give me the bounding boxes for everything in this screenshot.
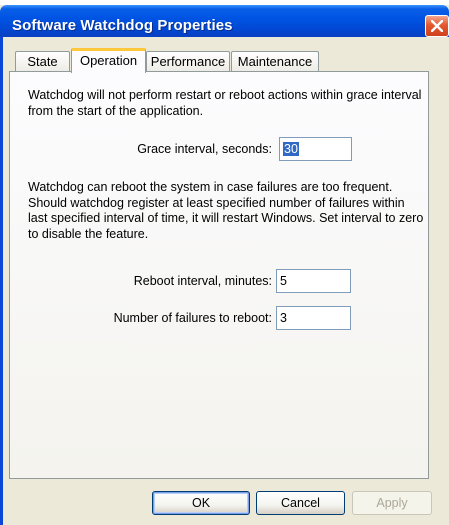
reboot-interval-label: Reboot interval, minutes: bbox=[133, 274, 272, 288]
tab-performance[interactable]: Performance bbox=[146, 51, 230, 72]
window-left-border bbox=[0, 37, 3, 525]
reboot-description: Watchdog can reboot the system in case f… bbox=[28, 180, 424, 241]
tab-state[interactable]: State bbox=[15, 51, 70, 72]
grace-interval-label: Grace interval, seconds: bbox=[137, 142, 272, 156]
failures-to-reboot-input[interactable]: 3 bbox=[276, 306, 351, 330]
title-bar[interactable]: Software Watchdog Properties bbox=[0, 5, 449, 37]
grace-interval-input[interactable]: 30 bbox=[279, 137, 352, 161]
window-title: Software Watchdog Properties bbox=[12, 17, 233, 34]
close-button[interactable] bbox=[425, 15, 449, 37]
grace-description: Watchdog will not perform restart or reb… bbox=[28, 88, 422, 118]
tab-operation[interactable]: Operation bbox=[71, 48, 146, 73]
reboot-interval-input[interactable]: 5 bbox=[276, 269, 351, 293]
tab-panel-operation: Watchdog will not perform restart or reb… bbox=[9, 71, 429, 479]
ok-button[interactable]: OK bbox=[152, 491, 250, 515]
close-icon bbox=[431, 20, 443, 32]
apply-button[interactable]: Apply bbox=[352, 491, 432, 515]
grace-interval-value: 30 bbox=[283, 142, 299, 156]
cancel-button[interactable]: Cancel bbox=[256, 491, 345, 515]
tab-maintenance[interactable]: Maintenance bbox=[231, 51, 319, 72]
properties-dialog: Software Watchdog Properties State Opera… bbox=[0, 0, 449, 525]
failures-to-reboot-label: Number of failures to reboot: bbox=[113, 311, 272, 325]
